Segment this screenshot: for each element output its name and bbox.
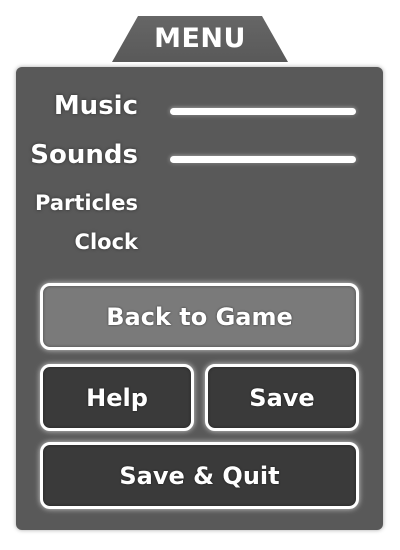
particles-label[interactable]: Particles xyxy=(35,191,138,215)
save-button[interactable]: Save xyxy=(205,364,359,431)
sounds-volume-slider[interactable] xyxy=(170,156,356,163)
help-button[interactable]: Help xyxy=(40,364,194,431)
music-volume-slider[interactable] xyxy=(170,108,356,115)
save-and-quit-button[interactable]: Save & Quit xyxy=(40,442,359,509)
back-to-game-label: Back to Game xyxy=(106,302,293,331)
back-to-game-button[interactable]: Back to Game xyxy=(40,283,359,350)
music-label: Music xyxy=(53,91,138,121)
game-menu-screen: MENU Music Sounds Particles Clock Back t… xyxy=(0,0,400,550)
help-label: Help xyxy=(86,383,148,412)
sounds-label: Sounds xyxy=(30,140,138,170)
clock-label[interactable]: Clock xyxy=(75,230,138,254)
save-and-quit-label: Save & Quit xyxy=(119,461,280,490)
menu-title: MENU xyxy=(154,23,246,54)
save-label: Save xyxy=(249,383,315,412)
